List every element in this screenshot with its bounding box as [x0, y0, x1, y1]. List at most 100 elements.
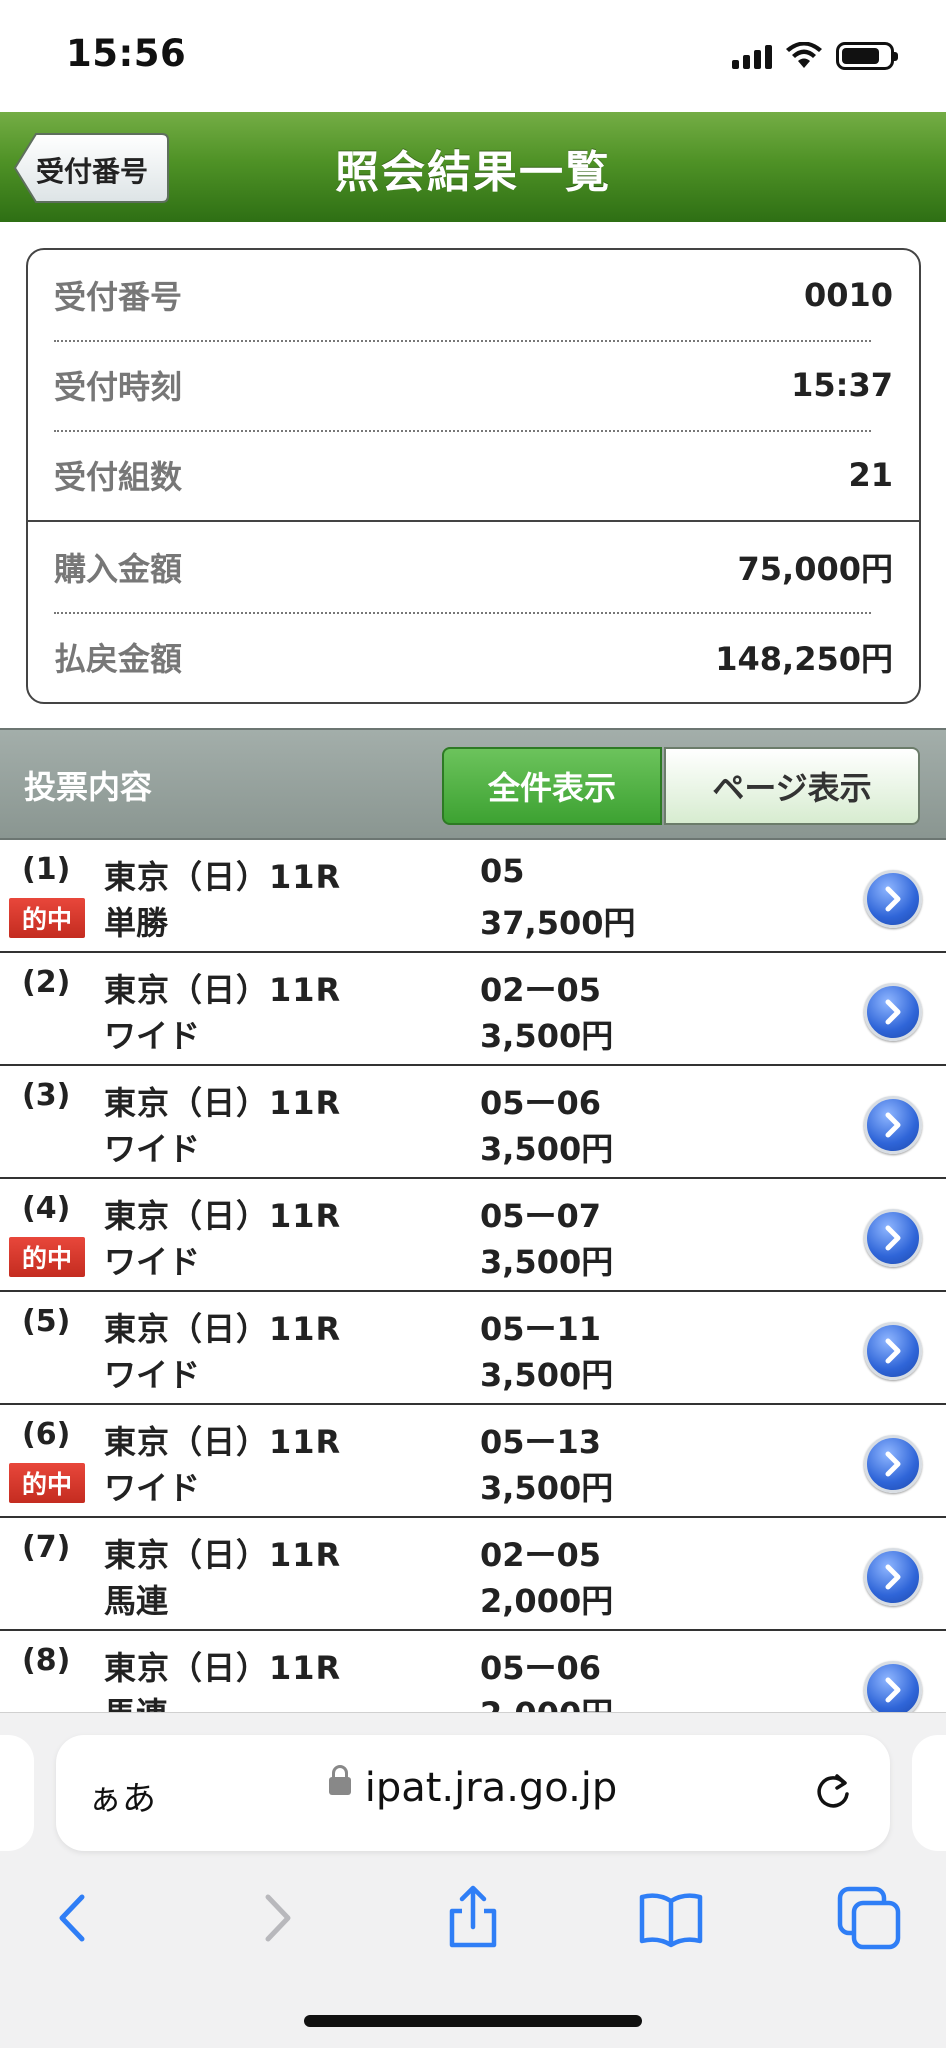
- share-icon[interactable]: [438, 1883, 508, 1953]
- section-title: 投票内容: [24, 768, 153, 806]
- summary-row-receipt-number: 受付番号 0010: [54, 250, 893, 340]
- hit-badge: 的中: [9, 1237, 85, 1277]
- url-text: ipat.jra.go.jp: [364, 1765, 618, 1811]
- bet-amount: 3,500円: [480, 1017, 614, 1055]
- status-icons: [732, 42, 898, 70]
- summary-label: 受付時刻: [54, 368, 183, 406]
- race-name: 東京（日）11R: [104, 858, 342, 896]
- chevron-right-circle-icon[interactable]: [864, 983, 922, 1041]
- bet-index: (6): [22, 1417, 71, 1452]
- bet-row[interactable]: (4) 的中 東京（日）11R ワイド 05ー07 3,500円: [0, 1179, 946, 1292]
- summary-label: 受付番号: [54, 278, 183, 316]
- bet-type: ワイド: [104, 1130, 201, 1168]
- status-bar: 15:56: [0, 0, 946, 112]
- status-time: 15:56: [66, 32, 187, 75]
- summary-value: 0010: [803, 276, 893, 314]
- bet-index: (1): [22, 852, 71, 887]
- summary-row-receipt-time: 受付時刻 15:37: [54, 340, 893, 430]
- tabs-icon[interactable]: [834, 1883, 904, 1953]
- chevron-right-circle-icon[interactable]: [864, 870, 922, 928]
- bet-combination: 05ー07: [480, 1197, 602, 1235]
- previous-tab-peek[interactable]: [0, 1735, 34, 1851]
- summary-row-payout-amount: 払戻金額 148,250円: [54, 612, 893, 702]
- show-all-button[interactable]: 全件表示: [442, 747, 662, 825]
- bet-index: (4): [22, 1191, 71, 1226]
- lock-icon: [328, 1765, 351, 1795]
- bet-type: ワイド: [104, 1469, 201, 1507]
- url-display[interactable]: ipat.jra.go.jp: [56, 1765, 890, 1811]
- chevron-right-circle-icon[interactable]: [864, 1435, 922, 1493]
- summary-panel: 受付番号 0010 受付時刻 15:37 受付組数 21 購入金額 75,000…: [26, 248, 921, 704]
- page-view-button[interactable]: ページ表示: [664, 747, 920, 825]
- summary-label: 購入金額: [54, 550, 183, 588]
- bet-combination: 02ー05: [480, 971, 602, 1009]
- chevron-right-circle-icon[interactable]: [864, 1209, 922, 1267]
- app-header: 受付番号 照会結果一覧: [0, 112, 946, 222]
- race-name: 東京（日）11R: [104, 1084, 342, 1122]
- bet-type: 馬連: [104, 1689, 168, 1712]
- address-bar[interactable]: ぁあ ipat.jra.go.jp: [56, 1735, 890, 1851]
- next-tab-peek[interactable]: [912, 1735, 946, 1851]
- reload-icon[interactable]: [810, 1769, 856, 1815]
- bet-combination: 05ー06: [480, 1084, 602, 1122]
- chevron-right-circle-icon[interactable]: [864, 1096, 922, 1154]
- bet-amount: 3,500円: [480, 1243, 614, 1281]
- section-bar: 投票内容 全件表示 ページ表示: [0, 728, 946, 840]
- bet-amount: 2,000円: [480, 1689, 613, 1712]
- browser-bottom-bar: ぁあ ipat.jra.go.jp: [0, 1712, 946, 2048]
- race-name: 東京（日）11R: [104, 1310, 342, 1348]
- bet-index: (7): [22, 1530, 71, 1565]
- home-indicator: [304, 2015, 642, 2027]
- bet-type: 単勝: [104, 904, 169, 942]
- summary-row-set-count: 受付組数 21: [54, 430, 893, 520]
- race-name: 東京（日）11R: [104, 1423, 342, 1461]
- bet-row[interactable]: (7) 東京（日）11R 馬連 02ー05 2,000円: [0, 1518, 946, 1631]
- race-name: 東京（日）11R: [104, 1649, 342, 1687]
- race-name: 東京（日）11R: [104, 1197, 342, 1235]
- bet-list: (1) 的中 東京（日）11R 単勝 05 37,500円 (2) 東京（日）1…: [0, 840, 946, 1712]
- bet-index: (5): [22, 1304, 71, 1339]
- bet-row[interactable]: (6) 的中 東京（日）11R ワイド 05ー13 3,500円: [0, 1405, 946, 1518]
- summary-label: 払戻金額: [54, 640, 183, 678]
- bet-amount: 2,000円: [480, 1582, 614, 1620]
- bet-amount: 37,500円: [480, 904, 636, 942]
- bet-combination: 05ー11: [480, 1310, 602, 1348]
- chevron-right-circle-icon[interactable]: [864, 1322, 922, 1380]
- summary-value: 15:37: [791, 366, 893, 404]
- chevron-right-circle-icon[interactable]: [864, 1548, 922, 1606]
- bet-combination: 02ー05: [480, 1536, 602, 1574]
- bet-row[interactable]: (5) 東京（日）11R ワイド 05ー11 3,500円: [0, 1292, 946, 1405]
- back-arrow-icon[interactable]: [38, 1883, 108, 1953]
- bet-combination: 05ー06: [480, 1649, 602, 1687]
- signal-icon: [732, 43, 772, 69]
- bet-row[interactable]: (1) 的中 東京（日）11R 単勝 05 37,500円: [0, 840, 946, 953]
- hit-badge: 的中: [9, 898, 85, 938]
- bet-row[interactable]: (3) 東京（日）11R ワイド 05ー06 3,500円: [0, 1066, 946, 1179]
- race-name: 東京（日）11R: [104, 1536, 342, 1574]
- summary-value: 21: [848, 456, 893, 494]
- page-title: 照会結果一覧: [335, 147, 611, 198]
- chevron-right-circle-icon[interactable]: [864, 1661, 922, 1712]
- wifi-icon: [786, 42, 822, 68]
- bet-row[interactable]: (8) 東京（日）11R 馬連 05ー06 2,000円: [0, 1631, 946, 1712]
- battery-icon: [836, 42, 898, 70]
- summary-row-purchase-amount: 購入金額 75,000円: [54, 522, 893, 612]
- bet-index: (2): [22, 965, 71, 1000]
- summary-value: 75,000円: [737, 550, 894, 588]
- bet-index: (8): [22, 1643, 71, 1678]
- bet-amount: 3,500円: [480, 1130, 614, 1168]
- forward-arrow-icon[interactable]: [242, 1883, 312, 1953]
- browser-toolbar: [0, 1873, 946, 1963]
- bet-type: ワイド: [104, 1017, 201, 1055]
- race-name: 東京（日）11R: [104, 971, 342, 1009]
- bet-amount: 3,500円: [480, 1356, 614, 1394]
- bet-type: ワイド: [104, 1243, 201, 1281]
- bookmarks-icon[interactable]: [636, 1883, 706, 1953]
- summary-label: 受付組数: [54, 458, 183, 496]
- bet-index: (3): [22, 1078, 71, 1113]
- bet-row[interactable]: (2) 東京（日）11R ワイド 02ー05 3,500円: [0, 953, 946, 1066]
- bet-amount: 3,500円: [480, 1469, 614, 1507]
- bet-combination: 05ー13: [480, 1423, 602, 1461]
- bet-combination: 05: [480, 852, 525, 890]
- bet-type: 馬連: [104, 1582, 169, 1620]
